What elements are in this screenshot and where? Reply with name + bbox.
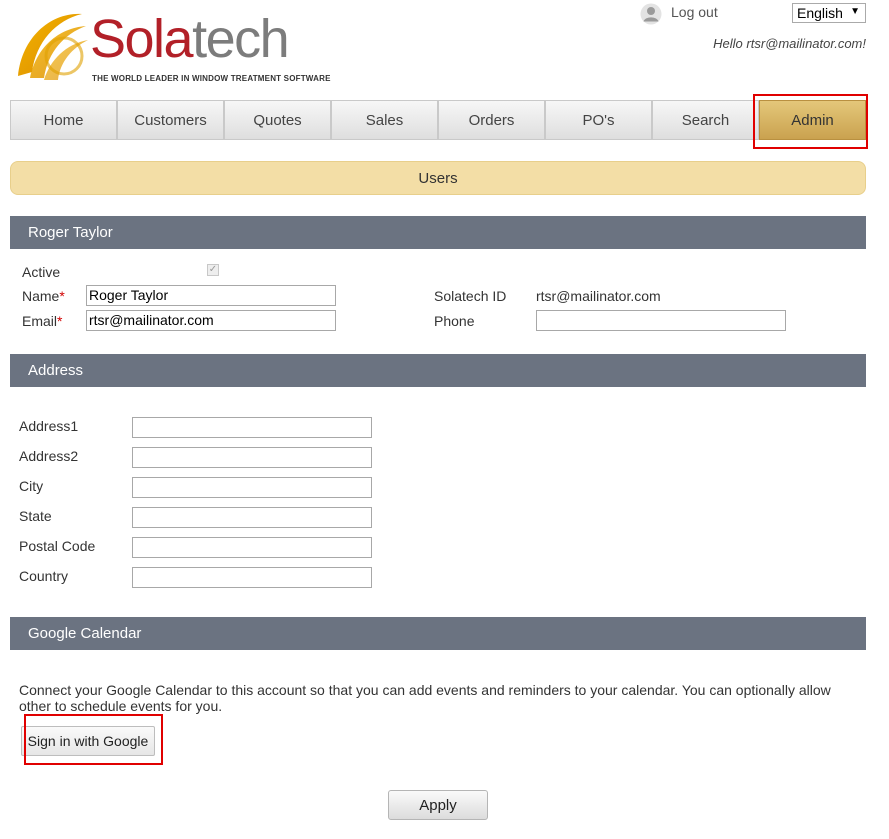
email-label: Email* (22, 313, 63, 329)
nav-sales[interactable]: Sales (331, 100, 438, 140)
logo-swirl-icon (18, 13, 88, 80)
postal-code-label: Postal Code (19, 538, 96, 554)
active-label: Active (22, 264, 61, 280)
dropdown-arrow-icon: ▼ (850, 6, 860, 17)
nav-home[interactable]: Home (10, 100, 117, 140)
phone-field[interactable] (536, 310, 786, 331)
solatech-id-value: rtsr@mailinator.com (536, 288, 661, 304)
logo-tagline: THE WORLD LEADER IN WINDOW TREATMENT SOF… (92, 74, 331, 83)
name-label: Name* (22, 288, 65, 304)
solatech-id-label: Solatech ID (434, 288, 507, 304)
postal-code-field[interactable] (132, 537, 372, 558)
address2-field[interactable] (132, 447, 372, 468)
nav-admin[interactable]: Admin (759, 100, 866, 140)
city-label: City (19, 478, 44, 494)
calendar-section-header: Google Calendar (10, 617, 866, 650)
address2-label: Address2 (19, 448, 79, 464)
logout-link[interactable]: Log out (671, 4, 718, 20)
sign-in-with-google-button[interactable]: Sign in with Google (21, 726, 155, 756)
address-section-header: Address (10, 354, 866, 387)
nav-search[interactable]: Search (652, 100, 759, 140)
logo-wordmark: Solatech (90, 9, 290, 69)
address1-field[interactable] (132, 417, 372, 438)
user-area: Log out English ▼ Hello rtsr@mailinator.… (640, 2, 866, 52)
apply-button[interactable]: Apply (388, 790, 488, 820)
state-field[interactable] (132, 507, 372, 528)
city-field[interactable] (132, 477, 372, 498)
nav-pos[interactable]: PO's (545, 100, 652, 140)
email-field[interactable]: rtsr@mailinator.com (86, 310, 336, 331)
language-value: English (797, 5, 843, 21)
user-icon (640, 3, 662, 25)
calendar-description: Connect your Google Calendar to this acc… (19, 682, 831, 714)
greeting-text: Hello rtsr@mailinator.com! (713, 36, 866, 51)
user-section-header: Roger Taylor (10, 216, 866, 249)
active-checkbox[interactable]: ✓ (207, 264, 219, 276)
name-field[interactable]: Roger Taylor (86, 285, 336, 306)
state-label: State (19, 508, 52, 524)
nav-quotes[interactable]: Quotes (224, 100, 331, 140)
solatech-logo: Solatech THE WORLD LEADER IN WINDOW TREA… (12, 6, 330, 90)
country-field[interactable] (132, 567, 372, 588)
nav-orders[interactable]: Orders (438, 100, 545, 140)
phone-label: Phone (434, 313, 475, 329)
language-select[interactable]: English ▼ (792, 3, 866, 23)
nav-customers[interactable]: Customers (117, 100, 224, 140)
country-label: Country (19, 568, 69, 584)
page-title-banner: Users (10, 161, 866, 195)
address1-label: Address1 (19, 418, 79, 434)
main-nav: Home Customers Quotes Sales Orders PO's … (10, 100, 866, 140)
